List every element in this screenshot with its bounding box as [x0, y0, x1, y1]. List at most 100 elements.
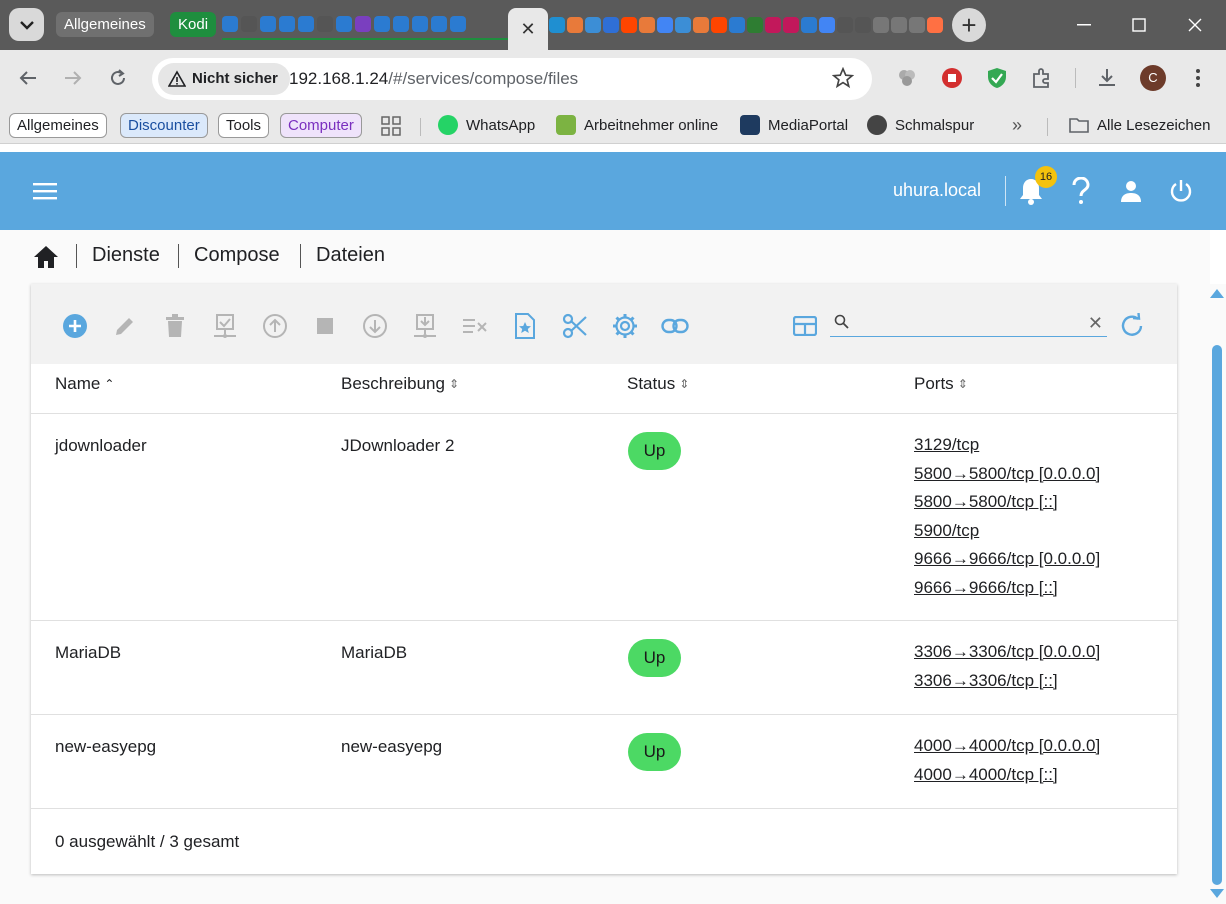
tab-favicon[interactable] — [621, 17, 637, 33]
port-link[interactable]: 5800→5800/tcp [0.0.0.0] — [914, 460, 1100, 489]
tab-favicon[interactable] — [336, 16, 352, 32]
bookmark-star-icon[interactable] — [831, 66, 855, 94]
security-indicator[interactable]: Nicht sicher — [158, 63, 290, 95]
column-header-status[interactable]: Status ⇕ — [627, 374, 689, 394]
stop-button[interactable] — [310, 311, 340, 341]
tab-favicon[interactable] — [729, 17, 745, 33]
cut-button[interactable] — [560, 311, 590, 341]
download-icon[interactable] — [1094, 65, 1120, 91]
tab-favicon[interactable] — [639, 17, 655, 33]
table-row[interactable]: MariaDB MariaDB Up 3306→3306/tcp [0.0.0.… — [31, 621, 1177, 715]
tab-favicon[interactable] — [355, 16, 371, 32]
port-link[interactable]: 3129/tcp — [914, 431, 1100, 460]
tab-favicon[interactable] — [241, 16, 257, 32]
breadcrumb-compose[interactable]: Compose — [194, 244, 280, 267]
tab-favicon[interactable] — [412, 16, 428, 32]
tab-favicon[interactable] — [549, 17, 565, 33]
refresh-button[interactable] — [1117, 311, 1147, 341]
tab-favicon[interactable] — [747, 17, 763, 33]
profile-avatar[interactable]: C — [1140, 65, 1166, 91]
shield-check-icon[interactable] — [984, 65, 1010, 91]
tab-favicon[interactable] — [450, 16, 466, 32]
maximize-icon[interactable] — [1127, 14, 1151, 36]
column-header-name[interactable]: Name ⌃ — [55, 374, 114, 394]
tab-favicon[interactable] — [711, 17, 727, 33]
port-link[interactable]: 4000→4000/tcp [0.0.0.0] — [914, 732, 1100, 761]
tab-favicon[interactable] — [819, 17, 835, 33]
port-link[interactable]: 3306→3306/tcp [::] — [914, 667, 1100, 696]
port-link[interactable]: 9666→9666/tcp [0.0.0.0] — [914, 545, 1100, 574]
table-view-button[interactable] — [790, 311, 820, 341]
url-text[interactable]: 192.168.1.24/#/services/compose/files — [289, 58, 578, 100]
bookmark-arbeitnehmer-online[interactable]: Arbeitnehmer online — [556, 113, 718, 137]
search-field[interactable]: ✕ — [830, 311, 1107, 337]
forward-icon[interactable] — [60, 65, 86, 91]
settings-button[interactable] — [610, 311, 640, 341]
new-tab-button[interactable]: + — [952, 8, 986, 42]
clear-search-icon[interactable]: ✕ — [1088, 313, 1103, 333]
port-link[interactable]: 5800→5800/tcp [::] — [914, 488, 1100, 517]
tab-favicon[interactable] — [855, 17, 871, 33]
scrollbar-thumb[interactable] — [1212, 345, 1222, 885]
tab-favicon[interactable] — [765, 17, 781, 33]
tab-favicon[interactable] — [260, 16, 276, 32]
port-link[interactable]: 4000→4000/tcp [::] — [914, 761, 1100, 790]
reload-icon[interactable] — [105, 65, 131, 91]
clear-list-button[interactable] — [460, 311, 490, 341]
tab-favicon[interactable] — [927, 17, 943, 33]
tab-favicon[interactable] — [222, 16, 238, 32]
tab-favicon[interactable] — [891, 17, 907, 33]
user-icon[interactable] — [1116, 176, 1146, 206]
tab-favicon[interactable] — [603, 17, 619, 33]
adblock-stop-icon[interactable] — [939, 65, 965, 91]
pull-button[interactable] — [410, 311, 440, 341]
tab-favicon[interactable] — [431, 16, 447, 32]
all-bookmarks[interactable]: Alle Lesezeichen — [1069, 113, 1210, 137]
browser-menu-icon[interactable] — [1185, 65, 1211, 91]
tab-search-button[interactable] — [9, 8, 44, 41]
delete-button[interactable] — [160, 311, 190, 341]
add-button[interactable] — [60, 311, 90, 341]
tab-favicon[interactable] — [873, 17, 889, 33]
bookmark-mediaportal[interactable]: MediaPortal — [740, 113, 848, 137]
down-button[interactable] — [360, 311, 390, 341]
back-icon[interactable] — [15, 65, 41, 91]
tab-favicon[interactable] — [693, 17, 709, 33]
bookmarks-overflow-icon[interactable]: » — [1012, 113, 1022, 137]
search-input[interactable] — [854, 311, 1084, 335]
extensions-puzzle-icon[interactable] — [1029, 65, 1055, 91]
tab-favicon[interactable] — [279, 16, 295, 32]
menu-icon[interactable] — [33, 179, 59, 203]
tab-favicon[interactable] — [909, 17, 925, 33]
bookmark-group-computer[interactable]: Computer — [280, 113, 362, 138]
tab-favicon[interactable] — [801, 17, 817, 33]
tab-favicon[interactable] — [317, 16, 333, 32]
column-header-ports[interactable]: Ports ⇕ — [914, 374, 968, 394]
port-link[interactable]: 3306→3306/tcp [0.0.0.0] — [914, 638, 1100, 667]
up-button[interactable] — [260, 311, 290, 341]
table-row[interactable]: new-easyepg new-easyepg Up 4000→4000/tcp… — [31, 715, 1177, 809]
bookmark-schmalspur[interactable]: Schmalspur — [867, 113, 974, 137]
tab-favicon[interactable] — [837, 17, 853, 33]
extension-flower-icon[interactable] — [894, 65, 920, 91]
tab-group-kodi[interactable]: Kodi — [170, 12, 217, 37]
tab-group-allgemeines[interactable]: Allgemeines — [56, 12, 154, 37]
close-window-icon[interactable] — [1183, 14, 1207, 36]
bookmark-whatsapp[interactable]: WhatsApp — [438, 113, 535, 137]
scroll-up-arrow-icon[interactable] — [1210, 289, 1224, 298]
breadcrumb-dateien[interactable]: Dateien — [316, 244, 385, 267]
tab-favicon[interactable] — [567, 17, 583, 33]
minimize-icon[interactable] — [1072, 14, 1096, 36]
breadcrumb-dienste[interactable]: Dienste — [92, 244, 160, 267]
address-bar[interactable]: Nicht sicher 192.168.1.24/#/services/com… — [152, 58, 872, 100]
tab-favicon[interactable] — [585, 17, 601, 33]
port-link[interactable]: 5900/tcp — [914, 517, 1100, 546]
close-tab-icon[interactable]: ✕ — [520, 19, 535, 40]
tab-favicon[interactable] — [298, 16, 314, 32]
bookmark-group-allgemeines[interactable]: Allgemeines — [9, 113, 107, 138]
tab-favicon[interactable] — [657, 17, 673, 33]
help-icon[interactable] — [1066, 176, 1096, 206]
favorite-file-button[interactable] — [510, 311, 540, 341]
home-icon[interactable] — [33, 245, 59, 274]
active-tab[interactable]: ✕ — [508, 8, 548, 50]
